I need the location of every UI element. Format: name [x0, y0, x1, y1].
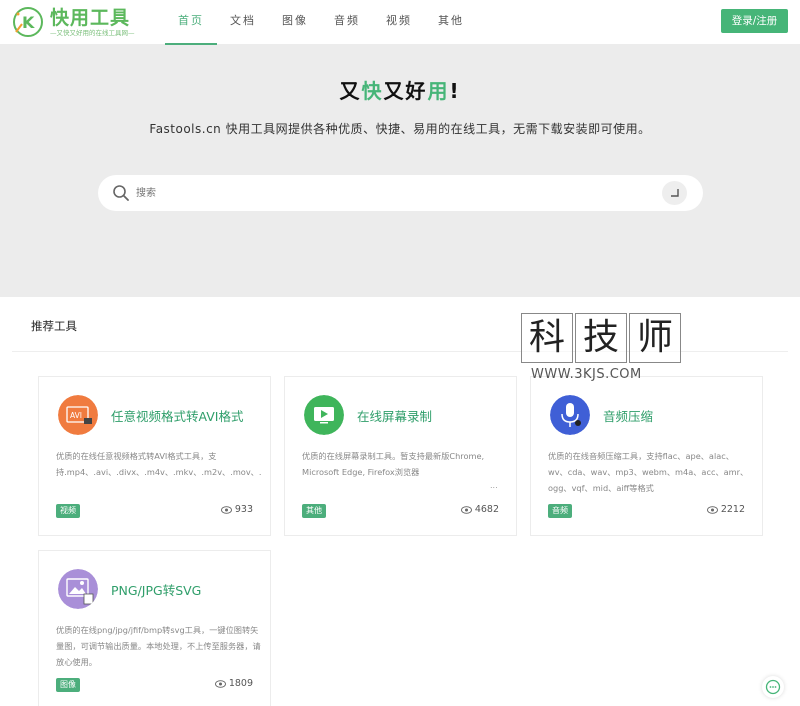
- view-count-value: 4682: [474, 504, 499, 515]
- hero-title-part: !: [449, 79, 461, 103]
- eye-icon: [214, 679, 226, 688]
- card-title: 音频压缩: [603, 409, 654, 424]
- tool-card-audio-compress[interactable]: 音频压缩 优质的在线音频压缩工具，支持flac、ape、alac、wv、cda、…: [530, 376, 763, 536]
- watermark: 科 技 师 WWW.3KJS.COM: [521, 313, 681, 388]
- desc-ellipsis: ...: [490, 481, 498, 490]
- svg-text:AVI: AVI: [70, 411, 82, 420]
- eye-icon: [220, 505, 232, 514]
- tool-card-avi-converter[interactable]: AVI 任意视频格式转AVI格式 优质的在线任意视频格式转AVI格式工具，支持.…: [38, 376, 271, 536]
- card-title: 任意视频格式转AVI格式: [111, 409, 244, 424]
- card-title: PNG/JPG转SVG: [111, 583, 202, 598]
- eye-icon: [460, 505, 472, 514]
- avi-file-icon: AVI: [58, 395, 98, 435]
- watermark-char: 师: [629, 313, 681, 363]
- recommend-heading: 推荐工具: [31, 319, 77, 333]
- tool-card-png-to-svg[interactable]: PNG/JPG转SVG 优质的在线png/jpg/jfif/bmp转svg工具，…: [38, 550, 271, 706]
- nav-video[interactable]: 视频: [373, 0, 425, 45]
- enter-key-icon: [671, 189, 679, 197]
- view-count: 2212: [706, 504, 745, 515]
- nav-other[interactable]: 其他: [425, 0, 477, 45]
- search-submit-button[interactable]: [662, 181, 687, 205]
- card-title: 在线屏幕录制: [357, 409, 433, 424]
- watermark-char: 技: [575, 313, 627, 363]
- view-count: 933: [220, 504, 253, 515]
- view-count-value: 1809: [228, 678, 253, 689]
- nav-documents[interactable]: 文档: [217, 0, 269, 45]
- svg-text:K: K: [22, 13, 35, 32]
- screen-record-icon: [304, 395, 344, 435]
- logo-title: 快用工具: [50, 6, 131, 29]
- view-count: 4682: [460, 504, 499, 515]
- hero-title-highlight: 快: [361, 79, 384, 103]
- card-description: 优质的在线屏幕录制工具。暂支持最新版Chrome, Microsoft Edge…: [302, 451, 485, 477]
- category-badge[interactable]: 视频: [56, 504, 80, 518]
- hero-title-part: 又好: [383, 79, 428, 103]
- view-count-value: 2212: [720, 504, 745, 515]
- watermark-url: WWW.3KJS.COM: [531, 367, 642, 382]
- card-description: 优质的在线音频压缩工具，支持flac、ape、alac、wv、cda、wav、m…: [548, 451, 749, 493]
- chat-bubble-icon: [765, 679, 781, 695]
- microphone-icon: [550, 395, 590, 435]
- nav-images[interactable]: 图像: [269, 0, 321, 45]
- hero-title: 又快又好用!: [0, 75, 800, 104]
- category-badge[interactable]: 其他: [302, 504, 326, 518]
- hero-section: 又快又好用! Fastools.cn 快用工具网提供各种优质、快捷、易用的在线工…: [0, 45, 800, 297]
- search-icon[interactable]: [112, 184, 130, 202]
- logo-k-icon: K: [13, 7, 43, 37]
- search-bar: [98, 175, 703, 211]
- view-count-value: 933: [234, 504, 253, 515]
- site-logo[interactable]: K 快用工具 —又快又好用的在线工具网—: [12, 2, 142, 42]
- hero-subtitle: Fastools.cn 快用工具网提供各种优质、快捷、易用的在线工具，无需下载安…: [149, 122, 651, 136]
- hero-title-highlight: 用: [427, 79, 450, 103]
- logo-subtitle: —又快又好用的在线工具网—: [50, 28, 135, 37]
- chat-button[interactable]: [762, 676, 784, 698]
- category-badge[interactable]: 音频: [548, 504, 572, 518]
- hero-title-part: 又: [339, 79, 362, 103]
- nav-audio[interactable]: 音频: [321, 0, 373, 45]
- category-badge[interactable]: 图像: [56, 678, 80, 692]
- watermark-char: 科: [521, 313, 573, 363]
- tool-card-screen-recorder[interactable]: 在线屏幕录制 优质的在线屏幕录制工具。暂支持最新版Chrome, Microso…: [284, 376, 517, 536]
- card-description: 优质的在线png/jpg/jfif/bmp转svg工具，一键位图转矢量图，可调节…: [56, 625, 261, 667]
- top-header: K 快用工具 —又快又好用的在线工具网— 首页 文档 图像 音频 视频 其他 登…: [0, 0, 800, 45]
- image-file-icon: [58, 569, 98, 609]
- search-input[interactable]: [136, 183, 636, 203]
- main-nav: 首页 文档 图像 音频 视频 其他: [165, 0, 477, 45]
- card-description: 优质的在线任意视频格式转AVI格式工具，支持.mp4、.avi、.divx、.m…: [56, 451, 261, 477]
- view-count: 1809: [214, 678, 253, 689]
- eye-icon: [706, 505, 718, 514]
- login-register-button[interactable]: 登录/注册: [721, 9, 788, 33]
- nav-home[interactable]: 首页: [165, 0, 217, 45]
